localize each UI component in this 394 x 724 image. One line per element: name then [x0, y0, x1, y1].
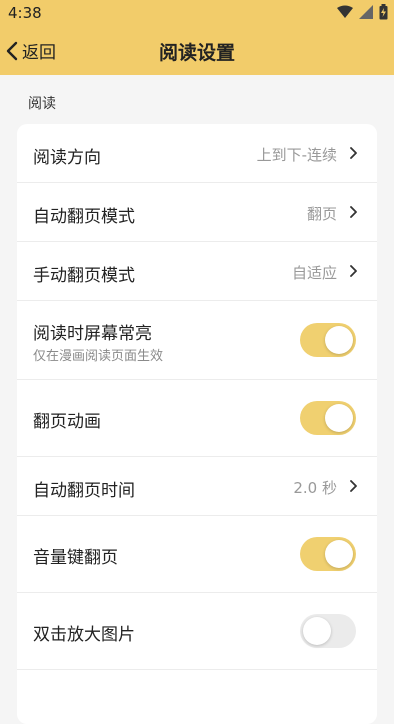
- row-reading-direction[interactable]: 阅读方向 上到下-连续: [17, 124, 377, 183]
- nav-bar: 返回 阅读设置: [0, 26, 394, 75]
- row-label: 双击放大图片: [33, 625, 135, 645]
- row-value: 2.0 秒: [293, 479, 337, 497]
- row-auto-page-mode[interactable]: 自动翻页模式 翻页: [17, 183, 377, 242]
- row-value: 翻页: [306, 205, 337, 223]
- battery-icon: [379, 4, 388, 20]
- row-label: 自动翻页时间: [33, 481, 135, 501]
- wifi-icon: [337, 5, 353, 18]
- toggle-knob: [325, 404, 353, 432]
- row-sublabel: 仅在漫画阅读页面生效: [33, 349, 164, 364]
- row-keep-screen-on: 阅读时屏幕常亮 仅在漫画阅读页面生效: [17, 301, 377, 380]
- signal-icon: [359, 5, 373, 19]
- status-bar: 4:38: [0, 0, 394, 26]
- settings-card: 阅读方向 上到下-连续 自动翻页模式 翻页 手动翻页模式 自适应 阅读时屏幕常亮…: [17, 124, 377, 724]
- row-label: 阅读方向: [33, 148, 101, 168]
- double-tap-zoom-toggle[interactable]: [300, 614, 356, 648]
- page-animation-toggle[interactable]: [300, 401, 356, 435]
- row-auto-page-time[interactable]: 自动翻页时间 2.0 秒: [17, 457, 377, 516]
- chevron-right-icon: [350, 147, 357, 159]
- status-icons: [337, 4, 388, 20]
- chevron-right-icon: [350, 265, 357, 277]
- page-title: 阅读设置: [158, 42, 235, 64]
- row-label: 翻页动画: [33, 412, 101, 432]
- volume-key-page-toggle[interactable]: [300, 537, 356, 571]
- row-label: 阅读时屏幕常亮: [33, 324, 152, 344]
- chevron-right-icon: [350, 206, 357, 218]
- toggle-knob: [303, 617, 331, 645]
- row-double-tap-zoom: 双击放大图片: [17, 593, 377, 670]
- keep-screen-on-toggle[interactable]: [300, 323, 356, 357]
- row-label: 手动翻页模式: [33, 266, 135, 286]
- section-title: 阅读: [28, 96, 56, 112]
- row-value: 自适应: [291, 264, 337, 282]
- app-header: 4:38 返回 阅读设置: [0, 0, 394, 75]
- row-label: 音量键翻页: [33, 548, 118, 568]
- row-value: 上到下-连续: [256, 146, 337, 164]
- toggle-knob: [325, 540, 353, 568]
- row-manual-page-mode[interactable]: 手动翻页模式 自适应: [17, 242, 377, 301]
- row-volume-key-page: 音量键翻页: [17, 516, 377, 593]
- toggle-knob: [325, 326, 353, 354]
- chevron-right-icon: [350, 480, 357, 492]
- row-label: 自动翻页模式: [33, 207, 135, 227]
- row-page-animation: 翻页动画: [17, 380, 377, 457]
- status-time: 4:38: [8, 4, 42, 22]
